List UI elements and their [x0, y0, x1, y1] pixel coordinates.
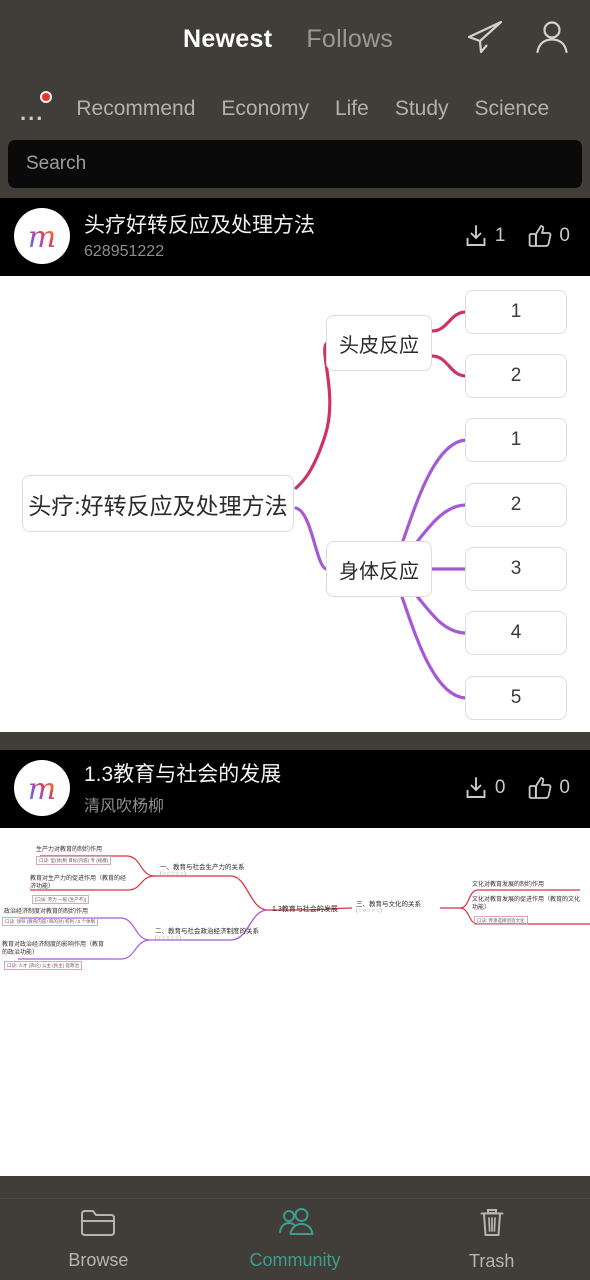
thumb-leaf[interactable]: 生产力对教育的制约作用: [36, 846, 102, 854]
send-icon[interactable]: [464, 18, 504, 61]
feed-card-1[interactable]: m 头疗好转反应及处理方法 628951222 1 0 头疗:好转反应及处理方法…: [0, 198, 590, 732]
thumb-branch-2-stars: (☆☆☆☆☆): [155, 935, 181, 941]
card-separator: [0, 732, 590, 750]
category-more-label: ...: [20, 100, 45, 125]
download-stat[interactable]: 0: [463, 775, 506, 801]
card-meta: 头疗好转反应及处理方法 628951222: [84, 212, 449, 261]
thumb-leaf-sub: 口诀: 传承选择创造文化: [474, 916, 528, 925]
nav-label-community: Community: [249, 1250, 341, 1270]
download-count: 0: [494, 777, 506, 798]
mindmap-leaf-node[interactable]: 1: [465, 418, 567, 462]
feed-card-2[interactable]: m 1.3教育与社会的发展 清风吹杨柳 0 0 1.3教育与社会的发展 一、教育…: [0, 750, 590, 1176]
avatar[interactable]: m: [14, 208, 70, 264]
card-stats: 1 0: [463, 223, 576, 249]
category-tab-recommend[interactable]: Recommend: [76, 97, 195, 121]
nav-item-community[interactable]: Community: [197, 1199, 394, 1280]
notification-badge-dot: [40, 91, 53, 103]
avatar[interactable]: m: [14, 760, 70, 816]
thumb-leaf[interactable]: 教育对生产力的促进作用（教育的经济功能）: [30, 875, 126, 891]
like-count: 0: [559, 777, 570, 798]
header-icon-group: [464, 17, 572, 62]
card-meta: 1.3教育与社会的发展 清风吹杨柳: [84, 761, 449, 816]
thumbs-up-icon: [529, 777, 552, 799]
mindmap-leaf-node[interactable]: 5: [465, 676, 567, 720]
mindmap-branch-node-body[interactable]: 身体反应: [326, 541, 432, 597]
download-stat[interactable]: 1: [463, 223, 506, 249]
category-more-button[interactable]: ...: [14, 91, 53, 124]
thumb-branch-1[interactable]: 一、教育与社会生产力的关系: [160, 861, 245, 871]
card-title: 1.3教育与社会的发展: [84, 762, 282, 786]
header-tab-group: Newest Follows: [183, 25, 393, 54]
download-icon: [466, 777, 486, 798]
thumb-branch-3-stars: (☆☆☆☆☆): [356, 908, 382, 914]
search-bar[interactable]: Search: [8, 140, 582, 188]
tab-newest[interactable]: Newest: [183, 25, 272, 54]
bottom-nav-bar: Browse Community Trash: [0, 1198, 590, 1280]
profile-icon[interactable]: [532, 17, 572, 62]
mindmap-leaf-node[interactable]: 4: [465, 611, 567, 655]
like-stat[interactable]: 0: [527, 775, 570, 801]
nav-label-browse: Browse: [68, 1250, 129, 1270]
thumb-branch-2[interactable]: 二、教育与社会政治经济制度的关系: [155, 925, 259, 935]
thumb-root-node[interactable]: 1.3教育与社会的发展: [272, 904, 338, 914]
category-tab-economy[interactable]: Economy: [221, 97, 309, 121]
svg-text:m: m: [28, 772, 56, 807]
category-tab-life[interactable]: Life: [335, 97, 369, 121]
thumb-leaf[interactable]: 文化对教育发展的促进作用（教育的文化功能）: [472, 896, 584, 912]
category-tab-bar[interactable]: ... Recommend Economy Life Study Science: [0, 78, 590, 140]
people-icon: [276, 1208, 314, 1243]
mindmap-branch-node-scalp[interactable]: 头皮反应: [326, 315, 432, 371]
like-stat[interactable]: 0: [527, 223, 570, 249]
thumb-leaf[interactable]: 教育对政治经济制度的影响作用（教育的政治功能）: [2, 941, 106, 957]
search-input[interactable]: Search: [26, 153, 86, 175]
nav-item-browse[interactable]: Browse: [0, 1199, 197, 1280]
thumb-leaf-sub: 口诀: 人才 (舆论) 公主 (民主) 促政治: [4, 961, 82, 970]
card-header: m 1.3教育与社会的发展 清风吹杨柳 0 0: [0, 750, 590, 828]
trash-icon: [476, 1207, 508, 1244]
top-header: Newest Follows: [0, 0, 590, 78]
mindmap-leaf-node[interactable]: 2: [465, 354, 567, 398]
thumbs-up-icon: [529, 225, 552, 247]
card-author: 628951222: [84, 242, 165, 260]
card-author: 清风吹杨柳: [84, 797, 165, 815]
category-tab-study[interactable]: Study: [395, 97, 449, 121]
folder-icon: [80, 1208, 116, 1243]
download-icon: [466, 225, 486, 246]
mindmap-preview-1[interactable]: 头疗:好转反应及处理方法 头皮反应 1 2 身体反应 1 2 3 4 5: [0, 276, 590, 732]
card-stats: 0 0: [463, 775, 576, 801]
svg-text:m: m: [28, 220, 56, 255]
mindmap-root-node[interactable]: 头疗:好转反应及处理方法: [22, 475, 294, 532]
nav-label-trash: Trash: [469, 1251, 515, 1271]
mindmap-preview-2[interactable]: 1.3教育与社会的发展 一、教育与社会生产力的关系 (☆☆☆☆☆) 生产力对教育…: [0, 828, 590, 1176]
card-header: m 头疗好转反应及处理方法 628951222 1 0: [0, 198, 590, 276]
thumb-leaf-sub: 口诀: 领导 (教育内容+目的对) 权利 / 5 个体制: [2, 917, 99, 926]
thumb-branch-1-stars: (☆☆☆☆☆): [160, 871, 186, 877]
thumb-leaf-sub: 口诀: 型(体)制 目标(内容) 专 (规模): [36, 856, 112, 865]
thumb-leaf[interactable]: 文化对教育发展的制约作用: [472, 881, 544, 889]
card-title: 头疗好转反应及处理方法: [84, 213, 315, 237]
thumb-branch-3[interactable]: 三、教育与文化的关系: [356, 898, 421, 908]
search-bar-container: Search: [0, 140, 590, 198]
tab-follows[interactable]: Follows: [306, 25, 393, 54]
thumb-leaf-sub: [口诀: 劳力 一般 (生产不)]: [32, 895, 89, 904]
thumb-leaf[interactable]: 政治经济制度对教育的制约作用: [4, 908, 88, 916]
like-count: 0: [559, 225, 570, 246]
mindmap-leaf-node[interactable]: 1: [465, 290, 567, 334]
mindmap-leaf-node[interactable]: 3: [465, 547, 567, 591]
category-tab-science[interactable]: Science: [475, 97, 550, 121]
nav-item-trash[interactable]: Trash: [393, 1199, 590, 1280]
mindmap-leaf-node[interactable]: 2: [465, 483, 567, 527]
download-count: 1: [494, 225, 506, 246]
